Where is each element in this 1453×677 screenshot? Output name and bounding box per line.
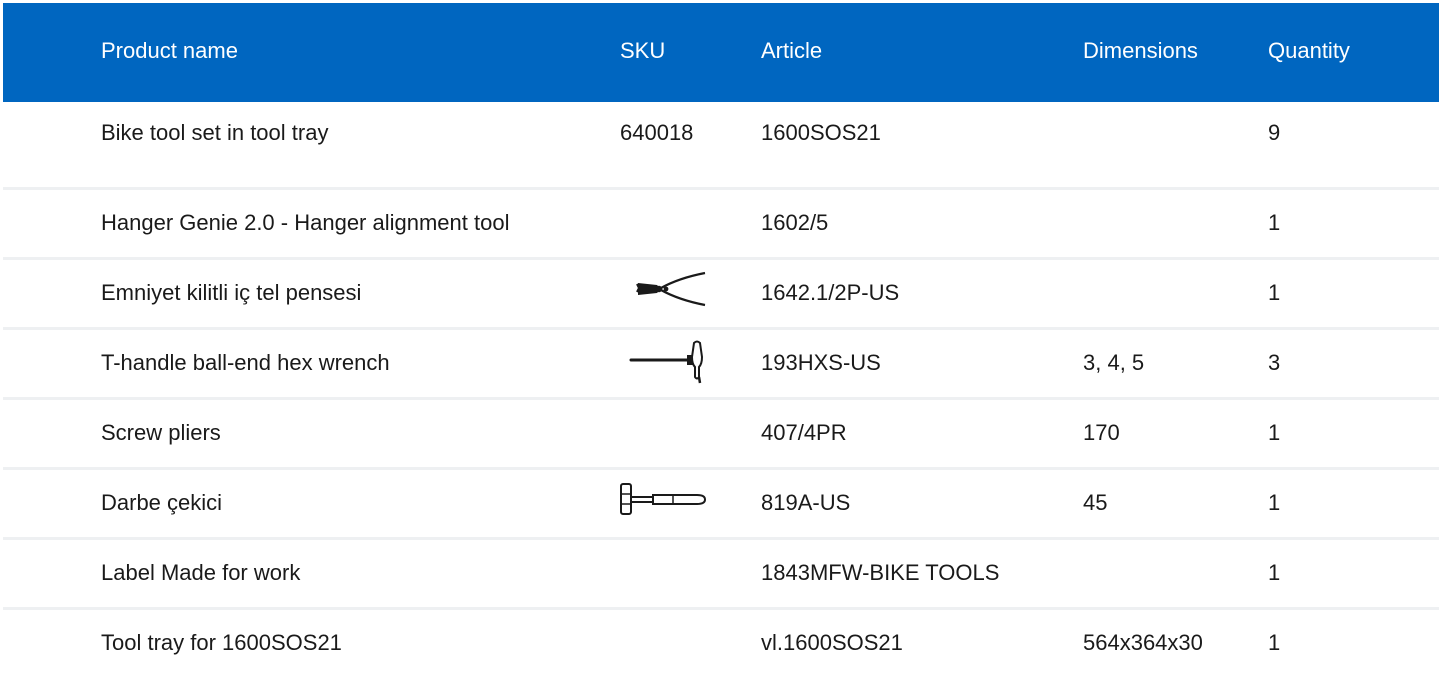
product-table: Product name SKU Article Dimensions Quan…	[3, 3, 1439, 677]
product-article: 1642.1/2P-US	[761, 280, 900, 305]
product-article: 193HXS-US	[761, 350, 881, 375]
table-header: Product name SKU Article Dimensions Quan…	[3, 3, 1439, 102]
product-article: 819A-US	[761, 490, 851, 515]
header-dimensions[interactable]: Dimensions	[1083, 38, 1198, 64]
product-dimensions: 170	[1083, 420, 1120, 445]
product-quantity: 1	[1268, 420, 1281, 445]
hammer-icon	[620, 483, 707, 515]
product-quantity: 3	[1268, 350, 1281, 375]
product-quantity: 9	[1268, 120, 1281, 145]
table-row: Label Made for work 1843MFW-BIKE TOOLS 1	[3, 540, 1439, 610]
product-sku: 640018	[620, 120, 694, 145]
product-name[interactable]: Tool tray for 1600SOS21	[101, 630, 342, 656]
product-quantity: 1	[1268, 630, 1281, 655]
circlip-pliers-icon	[636, 271, 706, 307]
product-name[interactable]: Darbe çekici	[101, 490, 222, 516]
product-quantity: 1	[1268, 560, 1281, 585]
product-article: 407/4PR	[761, 420, 847, 445]
product-article: vl.1600SOS21	[761, 630, 903, 655]
table-row: Bike tool set in tool tray 640018 1600SO…	[3, 102, 1439, 190]
product-quantity: 1	[1268, 490, 1281, 515]
product-name[interactable]: Emniyet kilitli iç tel pensesi	[101, 280, 361, 306]
table-row: Tool tray for 1600SOS21 vl.1600SOS21 564…	[3, 610, 1439, 677]
product-article: 1602/5	[761, 210, 829, 235]
table-row: Emniyet kilitli iç tel pensesi 1642.1/2P…	[3, 260, 1439, 330]
product-dimensions: 3, 4, 5	[1083, 350, 1145, 375]
product-dimensions: 564x364x30	[1083, 630, 1203, 655]
product-name[interactable]: Bike tool set in tool tray	[101, 120, 328, 146]
header-product-name[interactable]: Product name	[101, 38, 238, 64]
product-name[interactable]: T-handle ball-end hex wrench	[101, 350, 390, 376]
table-row: Screw pliers 407/4PR 170 1	[3, 400, 1439, 470]
table-row: T-handle ball-end hex wrench 193HXS-US 3…	[3, 330, 1439, 400]
product-quantity: 1	[1268, 210, 1281, 235]
header-article[interactable]: Article	[761, 38, 822, 64]
table-row: Hanger Genie 2.0 - Hanger alignment tool…	[3, 190, 1439, 260]
product-quantity: 1	[1268, 280, 1281, 305]
product-article: 1843MFW-BIKE TOOLS	[761, 560, 1000, 585]
t-handle-wrench-icon	[629, 340, 704, 384]
product-name[interactable]: Label Made for work	[101, 560, 300, 586]
table-row: Darbe çekici 819A-US 45 1	[3, 470, 1439, 540]
product-article: 1600SOS21	[761, 120, 881, 145]
product-name[interactable]: Hanger Genie 2.0 - Hanger alignment tool	[101, 210, 509, 236]
header-quantity[interactable]: Quantity	[1268, 38, 1350, 64]
header-sku[interactable]: SKU	[620, 38, 665, 64]
product-name[interactable]: Screw pliers	[101, 420, 221, 446]
product-dimensions: 45	[1083, 490, 1108, 515]
